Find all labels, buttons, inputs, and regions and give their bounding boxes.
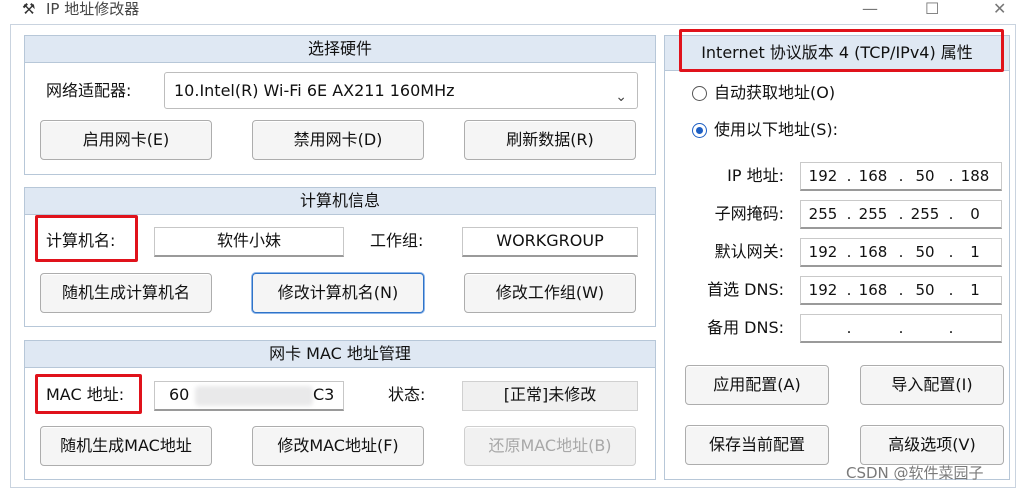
computer-name-field[interactable]: 软件小妹 bbox=[154, 227, 344, 257]
preferred-dns-octet-4: 1 bbox=[970, 281, 980, 299]
manual-address-radio[interactable] bbox=[692, 123, 707, 138]
ip-dot: . bbox=[846, 281, 852, 299]
preferred-dns-octet-2: 168 bbox=[858, 281, 888, 299]
modify-computer-name-button[interactable]: 修改计算机名(N) bbox=[252, 273, 424, 313]
tools-icon: ⚒ bbox=[22, 0, 36, 18]
ip-dot: . bbox=[948, 205, 954, 223]
preferred-dns-octet-3: 50 bbox=[915, 281, 935, 299]
preferred-dns-field[interactable]: 192 . 168 . 50 . 1 bbox=[800, 276, 1002, 305]
ip-address-octet-4: 188 bbox=[960, 167, 990, 185]
mac-status-field: [正常]未修改 bbox=[462, 381, 638, 411]
hardware-panel-title: 选择硬件 bbox=[25, 36, 655, 63]
adapter-select[interactable]: 10.Intel(R) Wi-Fi 6E AX211 160MHz ⌄ bbox=[164, 72, 638, 109]
ip-address-octet-1: 192 bbox=[808, 167, 838, 185]
alternate-dns-label: 备用 DNS: bbox=[707, 318, 784, 337]
workgroup-label: 工作组: bbox=[370, 231, 424, 250]
gateway-label: 默认网关: bbox=[714, 242, 784, 261]
enable-adapter-button[interactable]: 启用网卡(E) bbox=[40, 120, 212, 160]
subnet-mask-octet-4: 0 bbox=[970, 205, 980, 223]
subnet-mask-octet-3: 255 bbox=[910, 205, 940, 223]
ip-address-octet-3: 50 bbox=[915, 167, 935, 185]
ip-address-label: IP 地址: bbox=[727, 166, 784, 185]
window-title: IP 地址修改器 bbox=[46, 0, 140, 18]
ip-dot: . bbox=[948, 281, 954, 299]
close-button[interactable]: ✕ bbox=[993, 0, 1006, 18]
adapter-select-value: 10.Intel(R) Wi-Fi 6E AX211 160MHz bbox=[174, 81, 455, 100]
subnet-mask-octet-2: 255 bbox=[858, 205, 888, 223]
mac-address-end: C3 bbox=[313, 385, 335, 404]
status-label: 状态: bbox=[388, 385, 426, 404]
modify-workgroup-button[interactable]: 修改工作组(W) bbox=[464, 273, 636, 313]
computer-name-label: 计算机名: bbox=[46, 231, 116, 250]
apply-config-button[interactable]: 应用配置(A) bbox=[685, 365, 829, 405]
ip-dot: . bbox=[948, 167, 954, 185]
maximize-button[interactable]: ☐ bbox=[925, 0, 939, 18]
alternate-dns-field[interactable]: . . . bbox=[800, 314, 1002, 343]
save-config-button[interactable]: 保存当前配置 bbox=[685, 425, 829, 465]
ip-dot: . bbox=[898, 319, 904, 337]
gateway-octet-3: 50 bbox=[915, 243, 935, 261]
subnet-mask-label: 子网掩码: bbox=[714, 204, 784, 223]
advanced-options-button[interactable]: 高级选项(V) bbox=[860, 425, 1004, 465]
computer-panel-title: 计算机信息 bbox=[25, 188, 655, 215]
modify-mac-button[interactable]: 修改MAC地址(F) bbox=[252, 426, 424, 466]
mac-redaction-blur bbox=[195, 386, 313, 406]
mac-address-start: 60 bbox=[169, 385, 190, 404]
title-bar: ⚒ IP 地址修改器 — ☐ ✕ bbox=[0, 0, 1021, 22]
gateway-octet-4: 1 bbox=[970, 243, 980, 261]
mac-address-label: MAC 地址: bbox=[46, 385, 125, 404]
subnet-mask-field[interactable]: 255 . 255 . 255 . 0 bbox=[800, 200, 1002, 229]
ip-dot: . bbox=[898, 243, 904, 261]
ip-dot: . bbox=[846, 243, 852, 261]
auto-address-label: 自动获取地址(O) bbox=[714, 83, 836, 102]
gateway-field[interactable]: 192 . 168 . 50 . 1 bbox=[800, 238, 1002, 267]
manual-address-label: 使用以下地址(S): bbox=[714, 120, 839, 139]
import-config-button[interactable]: 导入配置(I) bbox=[860, 365, 1004, 405]
adapter-label: 网络适配器: bbox=[46, 81, 132, 100]
ip-dot: . bbox=[948, 319, 954, 337]
ip-dot: . bbox=[898, 167, 904, 185]
tcpip-title-highlight bbox=[679, 29, 1004, 72]
auto-address-radio[interactable] bbox=[692, 86, 707, 101]
csdn-watermark: CSDN @软件菜园子 bbox=[846, 464, 984, 482]
ip-address-field[interactable]: 192 . 168 . 50 . 188 bbox=[800, 162, 1002, 191]
ip-dot: . bbox=[898, 281, 904, 299]
chevron-down-icon: ⌄ bbox=[615, 89, 627, 105]
ip-dot: . bbox=[846, 167, 852, 185]
ip-dot: . bbox=[948, 243, 954, 261]
gateway-octet-2: 168 bbox=[858, 243, 888, 261]
mac-panel-title: 网卡 MAC 地址管理 bbox=[25, 341, 655, 368]
ip-dot: . bbox=[898, 205, 904, 223]
preferred-dns-octet-1: 192 bbox=[808, 281, 838, 299]
mac-address-field[interactable]: 60 C3 bbox=[154, 381, 344, 411]
ip-address-octet-2: 168 bbox=[858, 167, 888, 185]
minimize-button[interactable]: — bbox=[862, 0, 878, 18]
gateway-octet-1: 192 bbox=[808, 243, 838, 261]
random-computer-name-button[interactable]: 随机生成计算机名 bbox=[40, 273, 212, 313]
workgroup-field[interactable]: WORKGROUP bbox=[462, 227, 638, 257]
random-mac-button[interactable]: 随机生成MAC地址 bbox=[40, 426, 212, 466]
ip-dot: . bbox=[846, 205, 852, 223]
ip-dot: . bbox=[846, 319, 852, 337]
restore-mac-button[interactable]: 还原MAC地址(B) bbox=[464, 426, 636, 466]
refresh-data-button[interactable]: 刷新数据(R) bbox=[464, 120, 636, 160]
disable-adapter-button[interactable]: 禁用网卡(D) bbox=[252, 120, 424, 160]
subnet-mask-octet-1: 255 bbox=[808, 205, 838, 223]
preferred-dns-label: 首选 DNS: bbox=[707, 280, 784, 299]
